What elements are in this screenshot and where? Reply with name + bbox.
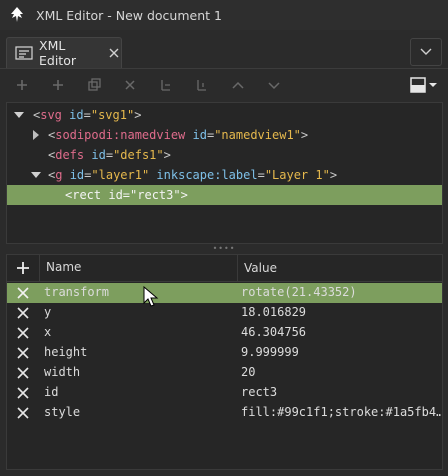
xml-toolbar bbox=[0, 69, 448, 101]
attribute-value[interactable]: rotate(21.43352) bbox=[241, 285, 357, 299]
attribute-name[interactable]: width bbox=[44, 365, 80, 379]
layout-menu-button[interactable] bbox=[408, 71, 442, 99]
expanded-triangle-icon[interactable] bbox=[30, 169, 42, 181]
attribute-value[interactable]: 9.999999 bbox=[241, 345, 299, 359]
delete-attribute-icon[interactable] bbox=[16, 406, 30, 420]
new-text-node-button[interactable] bbox=[40, 71, 76, 99]
attribute-editor: Name Value transform rotate(21.43352) y … bbox=[6, 254, 443, 470]
panel-splitter[interactable]: •••• bbox=[0, 245, 448, 253]
attribute-value[interactable]: 18.016829 bbox=[241, 305, 306, 319]
column-header-name[interactable]: Name bbox=[46, 260, 81, 274]
delete-icon bbox=[125, 80, 135, 90]
attribute-row[interactable]: y 18.016829 bbox=[7, 303, 442, 323]
lower-node-button[interactable] bbox=[256, 71, 292, 99]
attribute-row[interactable]: id rect3 bbox=[7, 383, 442, 403]
attribute-name[interactable]: style bbox=[44, 405, 80, 419]
xml-node-tree[interactable]: < svg id = "svg1" > < sodipodi:namedview id = "… bbox=[6, 102, 443, 244]
layout-icon bbox=[410, 77, 437, 93]
delete-attribute-icon[interactable] bbox=[16, 306, 30, 320]
attribute-name[interactable]: y bbox=[44, 305, 51, 319]
attribute-name[interactable]: transform bbox=[44, 285, 109, 299]
attribute-value[interactable]: 20 bbox=[241, 365, 255, 379]
tree-node-rect3[interactable]: <rect id="rect3"> bbox=[7, 185, 442, 205]
attribute-value[interactable]: 46.304756 bbox=[241, 325, 306, 339]
attribute-row[interactable]: style fill:#99c1f1;stroke:#1a5fb4… bbox=[7, 403, 442, 423]
collapsed-triangle-icon[interactable] bbox=[30, 129, 42, 141]
tree-node-layer1[interactable]: < g id = "layer1" inkscape:label = "Layer 1" > bbox=[7, 165, 442, 185]
plus-icon bbox=[53, 80, 63, 90]
attribute-name[interactable]: x bbox=[44, 325, 51, 339]
attribute-name[interactable]: height bbox=[44, 345, 87, 359]
close-icon[interactable] bbox=[107, 46, 121, 60]
chevron-down-icon bbox=[420, 48, 432, 55]
drag-handle-icon: •••• bbox=[212, 244, 236, 253]
attribute-table-header: Name Value bbox=[7, 255, 442, 282]
raise-node-button[interactable] bbox=[220, 71, 256, 99]
title-bar: XML Editor - New document 1 bbox=[0, 0, 448, 30]
xml-editor-icon bbox=[15, 45, 33, 61]
delete-attribute-icon[interactable] bbox=[16, 326, 30, 340]
attribute-row[interactable]: transform rotate(21.43352) bbox=[7, 283, 442, 303]
tab-xml-editor[interactable]: XML Editor bbox=[6, 37, 122, 68]
delete-attribute-icon[interactable] bbox=[16, 346, 30, 360]
attribute-row[interactable]: height 9.999999 bbox=[7, 343, 442, 363]
window-title: XML Editor - New document 1 bbox=[36, 7, 222, 23]
chevron-up-icon bbox=[232, 81, 244, 89]
plus-icon bbox=[17, 262, 29, 274]
attribute-row[interactable]: width 20 bbox=[7, 363, 442, 383]
add-attribute-button[interactable] bbox=[7, 255, 40, 281]
delete-node-button[interactable] bbox=[112, 71, 148, 99]
tree-node-defs[interactable]: < defs id = "defs1" > bbox=[7, 145, 442, 165]
indent-icon bbox=[197, 80, 206, 91]
tab-label: XML Editor bbox=[39, 38, 76, 68]
attribute-name[interactable]: id bbox=[44, 385, 58, 399]
inkscape-icon bbox=[6, 4, 28, 26]
tab-bar: XML Editor bbox=[0, 30, 448, 69]
unindent-node-button[interactable] bbox=[148, 71, 184, 99]
unindent-icon bbox=[161, 80, 170, 91]
duplicate-icon bbox=[88, 78, 101, 91]
column-header-value[interactable]: Value bbox=[237, 255, 277, 281]
delete-attribute-icon[interactable] bbox=[16, 386, 30, 400]
tree-node-namedview[interactable]: < sodipodi:namedview id = "namedview1" > bbox=[7, 125, 442, 145]
mouse-pointer-icon bbox=[143, 285, 159, 308]
plus-icon bbox=[17, 80, 27, 90]
indent-node-button[interactable] bbox=[184, 71, 220, 99]
attribute-value[interactable]: fill:#99c1f1;stroke:#1a5fb4… bbox=[241, 405, 441, 419]
expanded-triangle-icon[interactable] bbox=[13, 109, 25, 121]
chevron-down-icon bbox=[268, 82, 280, 90]
new-element-node-button[interactable] bbox=[4, 71, 40, 99]
tree-node-svg[interactable]: < svg id = "svg1" > bbox=[7, 105, 442, 125]
tab-menu-button[interactable] bbox=[410, 38, 442, 66]
attribute-value[interactable]: rect3 bbox=[241, 385, 277, 399]
attribute-row[interactable]: x 46.304756 bbox=[7, 323, 442, 343]
duplicate-node-button[interactable] bbox=[76, 71, 112, 99]
delete-attribute-icon[interactable] bbox=[16, 366, 30, 380]
delete-attribute-icon[interactable] bbox=[16, 286, 30, 300]
